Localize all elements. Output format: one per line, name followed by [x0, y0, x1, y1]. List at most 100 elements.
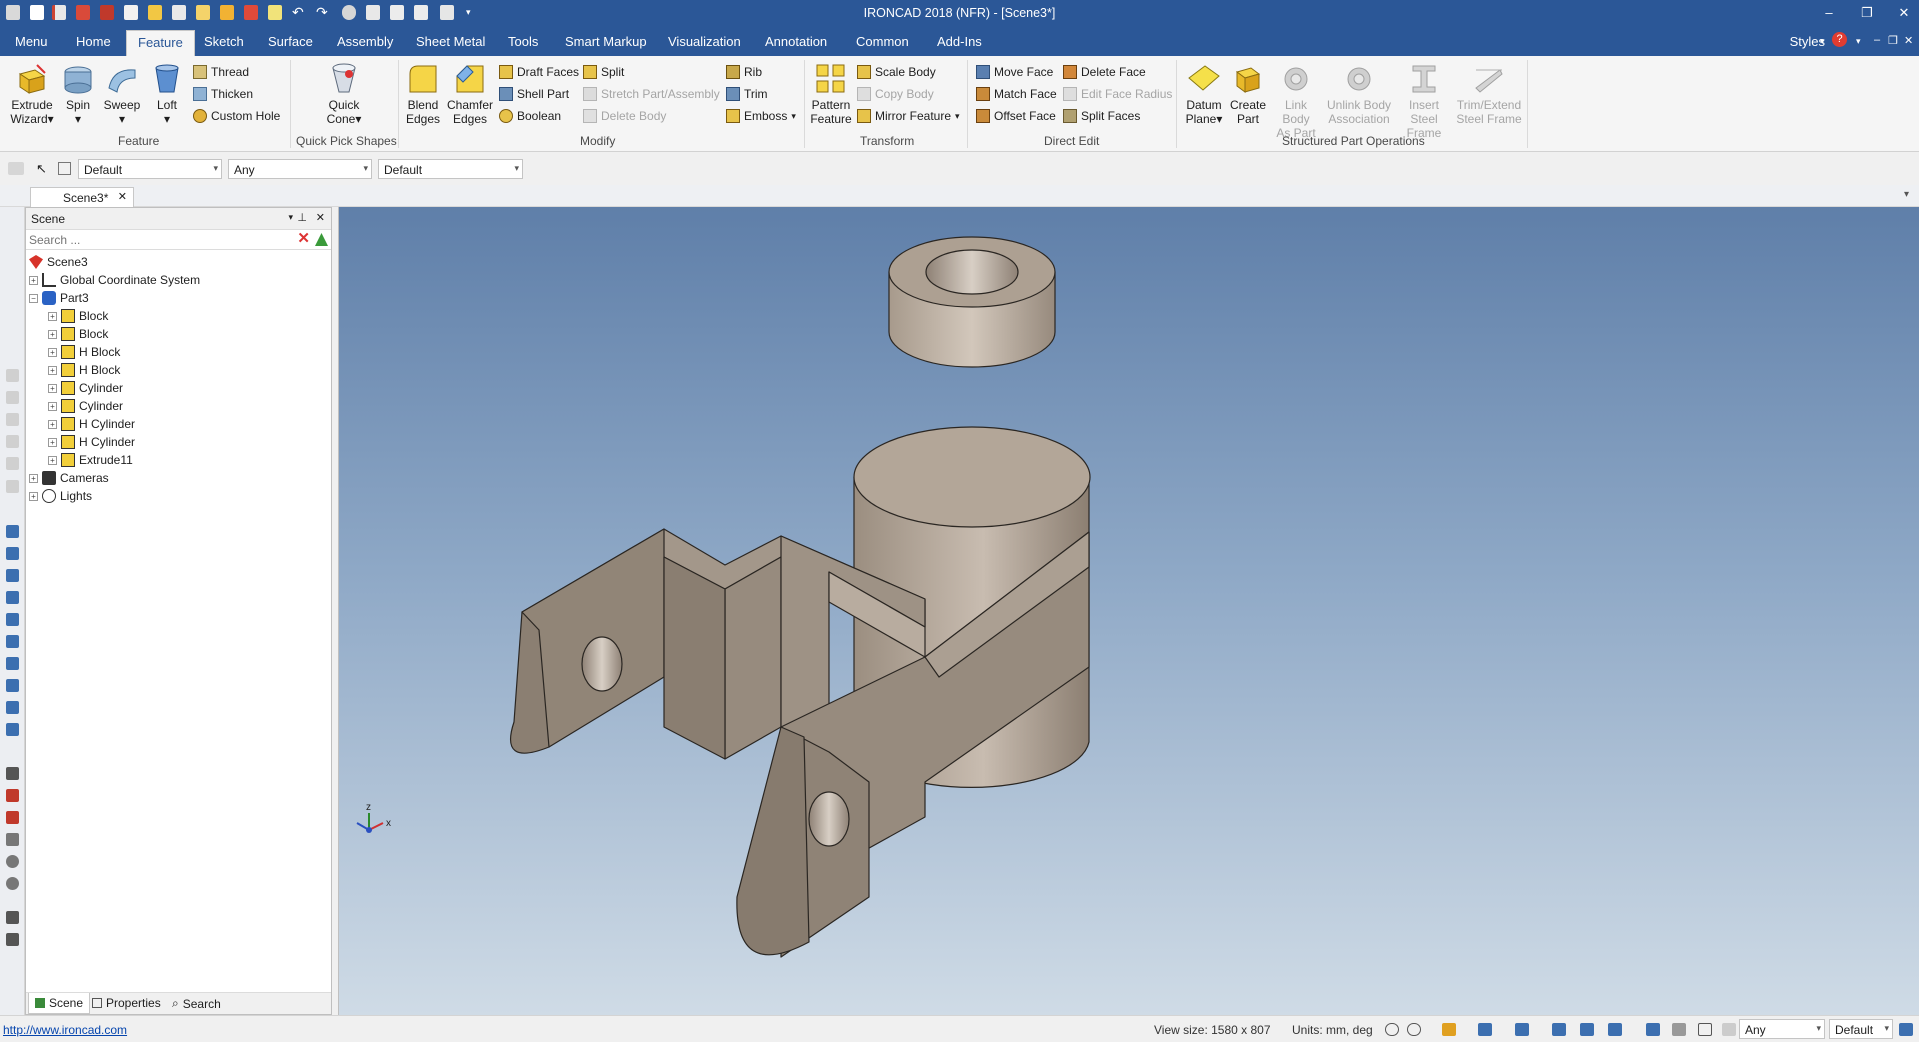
draft-faces-button[interactable]: Draft Faces [499, 63, 579, 81]
style-combo[interactable]: Default ▾ [78, 159, 222, 179]
help-icon[interactable]: ? [1832, 32, 1847, 47]
shell-part-button[interactable]: Shell Part [499, 85, 569, 103]
pattern-feature-button[interactable]: Pattern Feature [808, 62, 854, 126]
offset-face-button[interactable]: Offset Face [976, 107, 1056, 125]
mdi-minimize-icon[interactable]: – [1874, 34, 1880, 46]
tab-menu[interactable]: Menu [15, 34, 48, 49]
move-face-button[interactable]: Move Face [976, 63, 1053, 81]
tab-annotation[interactable]: Annotation [765, 34, 827, 49]
view-right-icon[interactable] [6, 591, 19, 604]
rotate-icon[interactable] [6, 855, 19, 868]
strip-tool-icon[interactable] [6, 480, 19, 493]
tree-item-h-block[interactable]: + H Block [48, 361, 120, 379]
status-style-combo[interactable]: Default ▾ [1829, 1019, 1893, 1039]
sketch-tool-icon[interactable] [6, 911, 19, 924]
clear-search-icon[interactable]: ✕ [297, 231, 310, 246]
expand-icon[interactable]: + [48, 437, 57, 447]
panel-menu-icon[interactable]: ▾ [288, 212, 293, 223]
mdi-close-icon[interactable]: ✕ [1904, 34, 1913, 47]
tab-sheet-metal[interactable]: Sheet Metal [416, 34, 485, 49]
strip-tool-icon[interactable] [6, 391, 19, 404]
expand-icon[interactable]: + [48, 329, 57, 339]
render-combo[interactable]: Default ▾ [378, 159, 523, 179]
strip-tool-icon[interactable] [6, 369, 19, 382]
pointer-mode-icon[interactable] [1698, 1023, 1712, 1036]
expand-icon[interactable]: + [29, 491, 38, 501]
mdi-restore-icon[interactable]: ❐ [1888, 34, 1898, 47]
panel-close-icon[interactable]: ✕ [316, 211, 325, 224]
annotation-icon[interactable] [6, 789, 19, 802]
strip-tool-icon[interactable] [6, 413, 19, 426]
boolean-button[interactable]: Boolean [499, 107, 561, 125]
tree-item-extrude11[interactable]: + Extrude11 [48, 451, 133, 469]
scene-search-input[interactable] [28, 231, 292, 248]
select-box-icon[interactable] [58, 162, 71, 175]
custom-hole-button[interactable]: Custom Hole [193, 107, 280, 125]
datum-plane-button[interactable]: Datum Plane▾ [1182, 62, 1226, 126]
tab-add-ins[interactable]: Add-Ins [937, 34, 982, 49]
zoom-window-icon[interactable] [1407, 1023, 1421, 1036]
delete-face-button[interactable]: Delete Face [1063, 63, 1146, 81]
tree-item-cylinder[interactable]: + Cylinder [48, 379, 123, 397]
tree-item-global-coordinate-system[interactable]: + Global Coordinate System [29, 271, 200, 289]
view-fit-icon[interactable] [6, 679, 19, 692]
expand-icon[interactable]: + [48, 383, 57, 393]
strip-tool-icon[interactable] [6, 457, 19, 470]
tab-feature[interactable]: Feature [126, 30, 195, 56]
tree-item-block[interactable]: + Block [48, 325, 108, 343]
view-iso-icon[interactable] [6, 657, 19, 670]
tab-list-icon[interactable]: ▾ [1904, 189, 1909, 200]
trim-extend-steel-frame-button[interactable]: Trim/Extend Steel Frame [1456, 62, 1522, 126]
split-faces-button[interactable]: Split Faces [1063, 107, 1140, 125]
tree-item-block[interactable]: + Block [48, 307, 108, 325]
minimize-button[interactable]: – [1818, 4, 1840, 22]
expand-icon[interactable]: + [48, 401, 57, 411]
measure-icon[interactable] [6, 767, 19, 780]
footer-tab-scene[interactable]: Scene [28, 993, 91, 1014]
view-orient-icon[interactable] [1478, 1023, 1492, 1036]
match-face-button[interactable]: Match Face [976, 85, 1057, 103]
expand-icon[interactable]: + [48, 365, 57, 375]
view-bottom-icon[interactable] [6, 635, 19, 648]
spin-button[interactable]: Spin ▾ [60, 62, 96, 126]
close-window-button[interactable]: ✕ [1893, 4, 1915, 22]
tree-item-h-cylinder[interactable]: + H Cylinder [48, 415, 135, 433]
tab-sketch[interactable]: Sketch [204, 34, 244, 49]
snap-icon[interactable] [1515, 1023, 1529, 1036]
copy-body-button[interactable]: Copy Body [857, 85, 934, 103]
expand-icon[interactable]: + [48, 419, 57, 429]
delete-body-button[interactable]: Delete Body [583, 107, 666, 125]
thread-button[interactable]: Thread [193, 63, 249, 81]
orbit-icon[interactable] [6, 877, 19, 890]
filter-combo[interactable]: Any ▾ [228, 159, 372, 179]
thicken-button[interactable]: Thicken [193, 85, 253, 103]
create-part-button[interactable]: Create Part [1228, 62, 1268, 126]
rib-button[interactable]: Rib [726, 63, 762, 81]
display-icon[interactable] [1580, 1023, 1594, 1036]
sweep-button[interactable]: Sweep ▾ [102, 62, 142, 126]
status-filter-combo[interactable]: Any ▾ [1739, 1019, 1825, 1039]
blend-edges-button[interactable]: Blend Edges [403, 62, 443, 126]
view-back-icon[interactable] [6, 547, 19, 560]
tab-surface[interactable]: Surface [268, 34, 313, 49]
tool-icon[interactable] [1672, 1023, 1686, 1036]
select-mode-icon[interactable] [1722, 1023, 1736, 1036]
shading-icon[interactable] [1608, 1023, 1622, 1036]
footer-tab-search[interactable]: ⌕ Search [172, 996, 221, 1011]
pin-icon[interactable]: ⊥ [297, 211, 307, 224]
expand-icon[interactable]: + [29, 473, 38, 483]
tab-smart-markup[interactable]: Smart Markup [565, 34, 647, 49]
expand-icon[interactable]: + [48, 455, 57, 465]
tab-visualization[interactable]: Visualization [668, 34, 741, 49]
lighting-icon[interactable] [1646, 1023, 1660, 1036]
document-tab-scene3[interactable]: Scene3* ✕ [30, 187, 134, 207]
tree-item-h-block[interactable]: + H Block [48, 343, 120, 361]
tree-item-cameras[interactable]: + Cameras [29, 469, 109, 487]
close-tab-icon[interactable]: ✕ [118, 190, 127, 203]
ruler-icon[interactable] [6, 933, 19, 946]
tab-common[interactable]: Common [856, 34, 909, 49]
render-mode-icon[interactable] [1442, 1023, 1456, 1036]
emboss-button[interactable]: Emboss ▾ [726, 107, 796, 125]
tree-item-h-cylinder[interactable]: + H Cylinder [48, 433, 135, 451]
3d-viewport[interactable]: z x [338, 207, 1919, 1015]
